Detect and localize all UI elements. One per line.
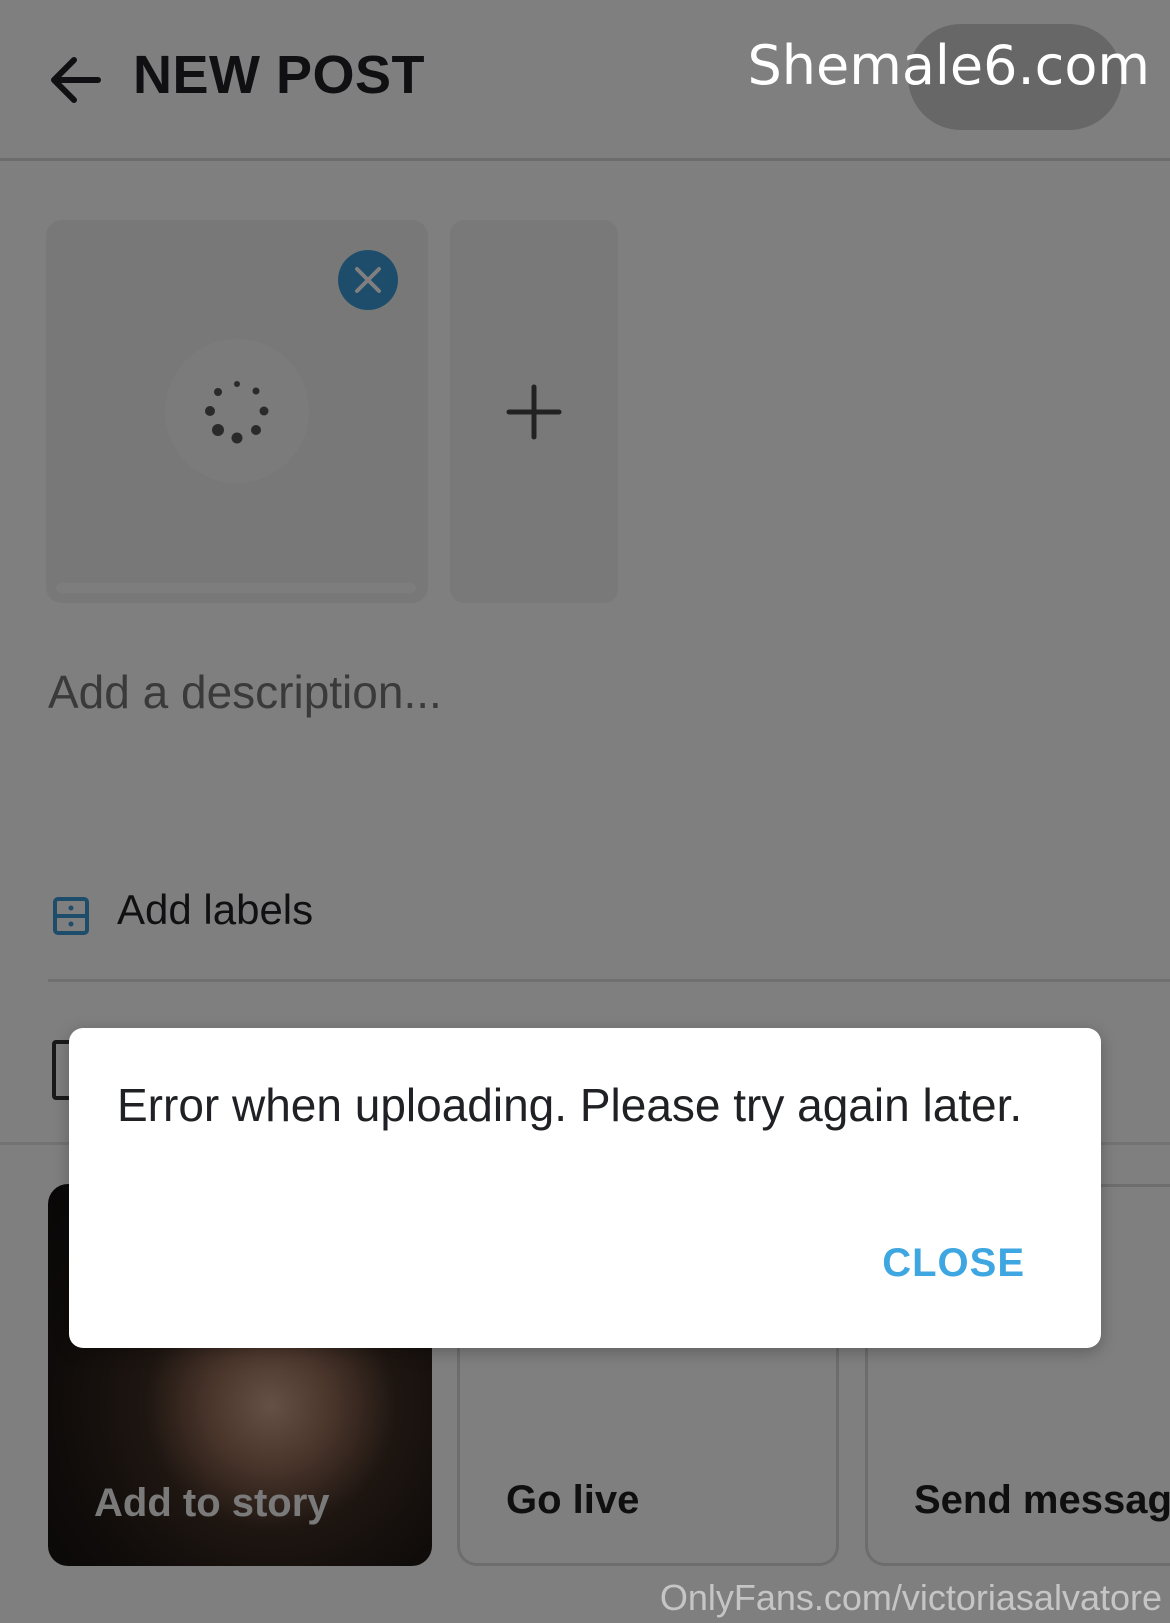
watermark-bottom: OnlyFans.com/victoriasalvatore xyxy=(659,1577,1162,1618)
error-message: Error when uploading. Please try again l… xyxy=(117,1079,1023,1131)
watermark-top: Shemale6.com xyxy=(747,34,1151,97)
close-button[interactable]: CLOSE xyxy=(882,1241,1025,1286)
modal-scrim[interactable] xyxy=(0,0,1170,1623)
error-dialog: Error when uploading. Please try again l… xyxy=(69,1028,1101,1348)
new-post-screen: NEW POST xyxy=(0,0,1170,1623)
